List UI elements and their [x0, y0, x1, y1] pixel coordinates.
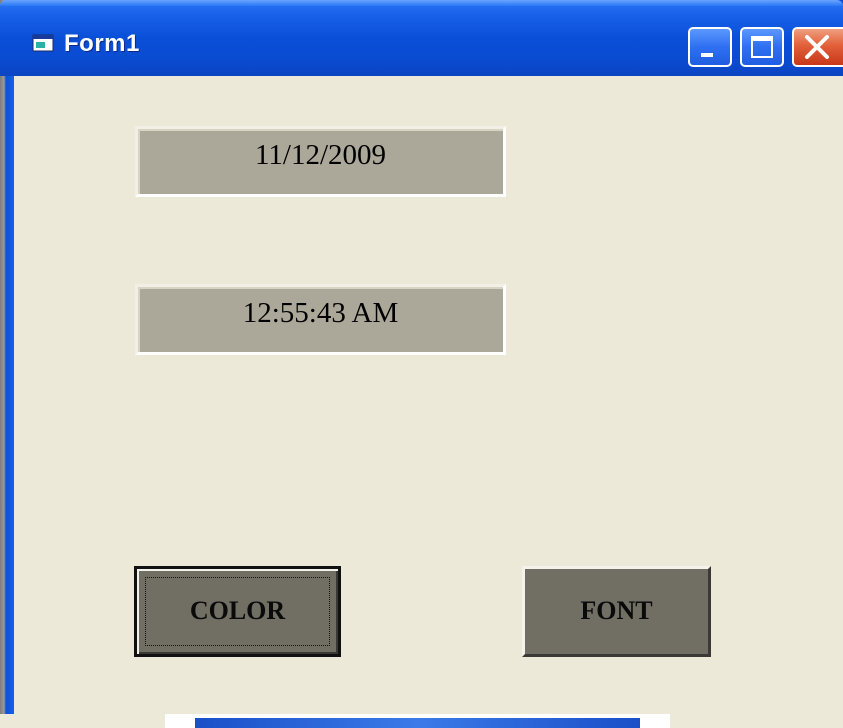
minimize-button[interactable] — [688, 27, 732, 67]
form1-window: Form1 11/12/2009 12:55:43 AM COLOR FONT — [0, 0, 843, 728]
date-label: 11/12/2009 — [135, 126, 506, 197]
title-bar-highlight — [0, 0, 843, 6]
close-icon — [805, 35, 829, 59]
taskbar-fragment-inner — [195, 718, 640, 728]
window-title: Form1 — [64, 30, 140, 57]
close-button[interactable] — [792, 27, 843, 67]
title-bar[interactable]: Form1 — [0, 0, 843, 76]
minimize-icon — [701, 53, 713, 57]
time-label: 12:55:43 AM — [135, 284, 506, 355]
color-button[interactable]: COLOR — [134, 566, 341, 657]
color-button-label: COLOR — [189, 596, 286, 625]
font-button[interactable]: FONT — [522, 566, 711, 657]
maximize-button[interactable] — [740, 27, 784, 67]
window-left-border — [0, 0, 14, 728]
font-button-label: FONT — [580, 596, 653, 625]
vb-form-icon[interactable] — [32, 34, 54, 52]
maximize-icon — [751, 36, 773, 58]
